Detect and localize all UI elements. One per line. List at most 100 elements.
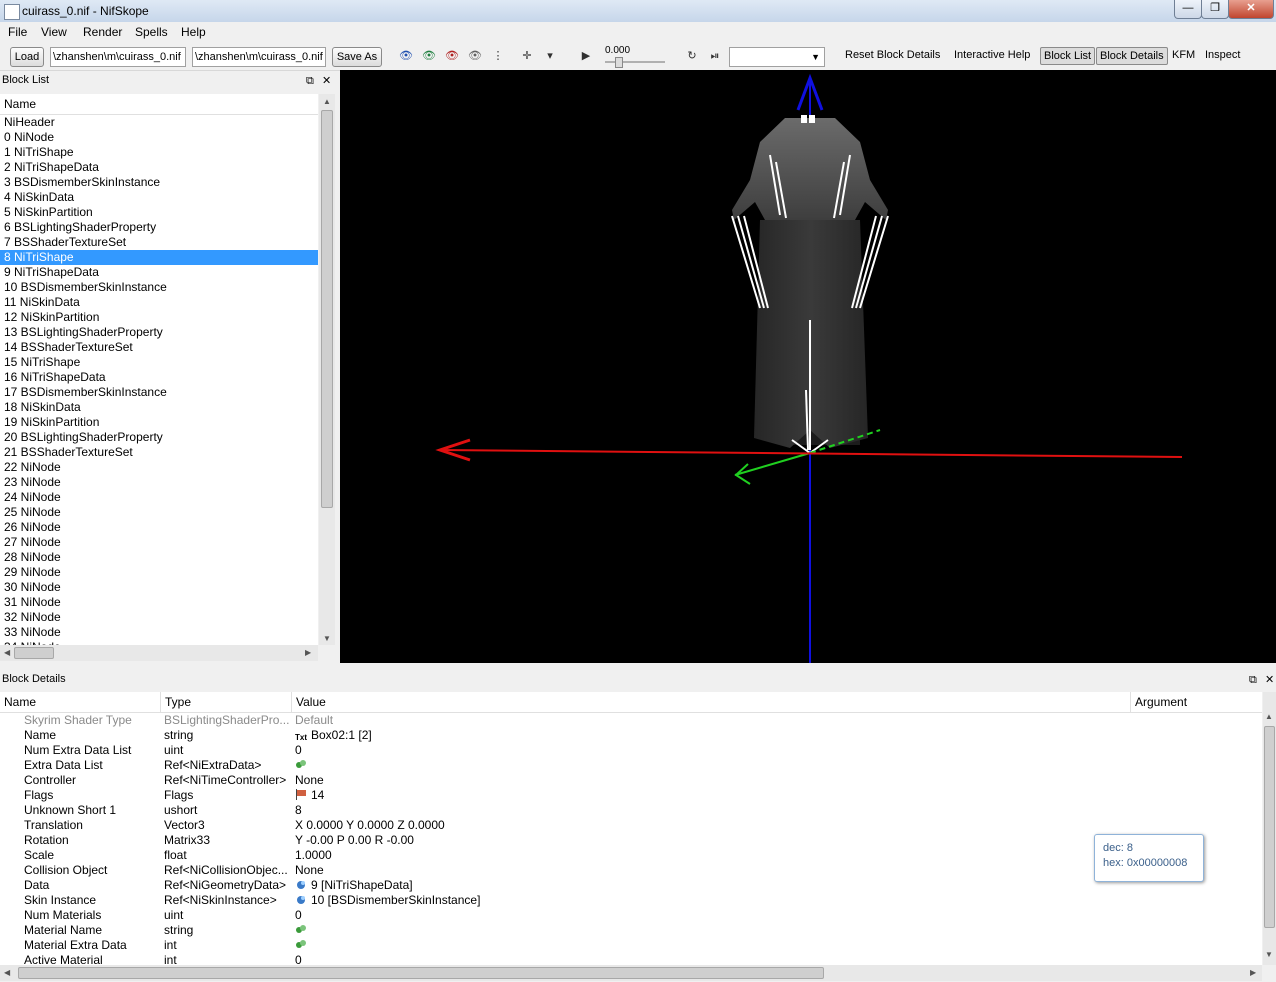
block-list-vertical-scrollbar[interactable]: ▲ ▼ [319,94,335,645]
column-value[interactable]: Value [292,692,1131,712]
view-user-icon[interactable]: 👁 [467,49,483,63]
field-value-cell[interactable]: 0 [295,953,302,965]
block-list-item[interactable]: 18 NiSkinData [0,400,318,415]
animation-select[interactable]: ▼ [729,47,825,67]
table-row[interactable]: Material Extra Data int [0,938,1262,953]
block-list-item[interactable]: 0 NiNode [0,130,318,145]
move-axis-icon[interactable]: ✛ [519,49,535,63]
save-path-field[interactable]: \zhanshen\m\cuirass_0.nif [192,47,326,67]
block-list-header[interactable]: Name [0,94,318,115]
field-value-cell[interactable]: 10 [BSDismemberSkinInstance] [295,893,480,908]
block-list-horizontal-scrollbar[interactable]: ◀ ▶ [0,645,318,661]
field-value-cell[interactable]: Txt Box02:1 [2] [295,728,372,743]
menu-render[interactable]: Render [83,25,122,39]
block-list-item[interactable]: 32 NiNode [0,610,318,625]
block-list-item[interactable]: 22 NiNode [0,460,318,475]
float-icon[interactable]: ⧉ [1249,671,1257,689]
field-value-cell[interactable]: 9 [NiTriShapeData] [295,878,413,893]
table-row[interactable]: Name string Txt Box02:1 [2] [0,728,1262,743]
block-details-toggle[interactable]: Block Details [1096,47,1168,65]
block-list-item[interactable]: 20 BSLightingShaderProperty [0,430,318,445]
field-value-cell[interactable] [295,758,311,773]
scroll-up-icon[interactable]: ▲ [1265,712,1273,721]
column-name[interactable]: Name [0,692,161,712]
menu-view[interactable]: View [41,25,67,39]
field-value-cell[interactable]: 8 [295,803,302,818]
scrollbar-thumb[interactable] [321,110,333,508]
field-value-cell[interactable]: 0 [295,908,302,923]
block-list-item[interactable]: 14 BSShaderTextureSet [0,340,318,355]
table-row[interactable]: Num Extra Data List uint 0 [0,743,1262,758]
inspect-button[interactable]: Inspect [1205,49,1240,61]
load-button[interactable]: Load [10,47,44,67]
close-icon[interactable]: ✕ [1265,671,1274,689]
table-row[interactable]: Unknown Short 1 ushort 8 [0,803,1262,818]
table-row[interactable]: Active Material int 0 [0,953,1262,965]
table-row[interactable]: Rotation Matrix33 Y -0.00 P 0.00 R -0.00 [0,833,1262,848]
block-list-item[interactable]: 2 NiTriShapeData [0,160,318,175]
block-list-item[interactable]: 30 NiNode [0,580,318,595]
block-list-item[interactable]: 15 NiTriShape [0,355,318,370]
block-details-vertical-scrollbar[interactable]: ▲ ▼ [1263,692,1276,965]
interactive-help-button[interactable]: Interactive Help [954,49,1030,61]
load-path-field[interactable]: \zhanshen\m\cuirass_0.nif [50,47,186,67]
close-button[interactable]: ✕ [1228,0,1274,19]
save-as-button[interactable]: Save As [332,47,382,67]
block-list-item[interactable]: NiHeader [0,115,318,130]
block-list-item[interactable]: 7 BSShaderTextureSet [0,235,318,250]
block-list-item[interactable]: 23 NiNode [0,475,318,490]
scroll-down-icon[interactable]: ▼ [323,634,331,643]
block-list-item[interactable]: 25 NiNode [0,505,318,520]
table-row[interactable]: Num Materials uint 0 [0,908,1262,923]
loop-icon[interactable]: ↻ [684,49,700,63]
block-list-item[interactable]: 3 BSDismemberSkinInstance [0,175,318,190]
block-list-item[interactable]: 31 NiNode [0,595,318,610]
table-row[interactable]: Translation Vector3 X 0.0000 Y 0.0000 Z 0.… [0,818,1262,833]
view-top-icon[interactable]: 👁 [398,49,414,63]
scroll-right-icon[interactable]: ▶ [305,648,311,657]
view-dropdown-icon[interactable]: ▾ [542,49,558,63]
block-list-item[interactable]: 24 NiNode [0,490,318,505]
maximize-button[interactable]: ❐ [1201,0,1229,19]
scroll-up-icon[interactable]: ▲ [323,97,331,106]
table-row[interactable]: Flags Flags 14 [0,788,1262,803]
block-details-horizontal-scrollbar[interactable]: ◀ ▶ [0,965,1262,981]
menu-file[interactable]: File [8,25,27,39]
block-list-item[interactable]: 33 NiNode [0,625,318,640]
scrollbar-thumb[interactable] [1264,726,1275,928]
block-list-item[interactable]: 19 NiSkinPartition [0,415,318,430]
scroll-left-icon[interactable]: ◀ [4,648,10,657]
column-type[interactable]: Type [161,692,292,712]
table-row[interactable]: Skyrim Shader Type BSLightingShaderPro...… [0,713,1262,728]
column-argument[interactable]: Argument [1131,692,1261,712]
block-list-toggle[interactable]: Block List [1040,47,1096,65]
table-row[interactable]: Scale float 1.0000 [0,848,1262,863]
block-list-item[interactable]: 17 BSDismemberSkinInstance [0,385,318,400]
block-list-item[interactable]: 26 NiNode [0,520,318,535]
menu-spells[interactable]: Spells [135,25,168,39]
float-icon[interactable]: ⧉ [306,72,314,90]
minimize-button[interactable]: — [1174,0,1202,19]
field-value-cell[interactable] [295,923,311,938]
render-viewport[interactable] [340,70,1276,663]
walk-mode-icon[interactable]: ⋮ [490,49,506,63]
scrollbar-thumb[interactable] [18,967,824,979]
block-list-item[interactable]: 28 NiNode [0,550,318,565]
field-value-cell[interactable]: Y -0.00 P 0.00 R -0.00 [295,833,414,848]
table-row[interactable]: Skin Instance Ref<NiSkinInstance> 10 [BSDi… [0,893,1262,908]
scroll-down-icon[interactable]: ▼ [1265,950,1273,959]
block-list-item[interactable]: 8 NiTriShape [0,250,318,265]
field-value-cell[interactable]: Default [295,713,333,728]
scroll-right-icon[interactable]: ▶ [1250,968,1256,977]
field-value-cell[interactable]: 1.0000 [295,848,332,863]
scrollbar-thumb[interactable] [14,647,54,659]
block-list-item[interactable]: 9 NiTriShapeData [0,265,318,280]
block-list-item[interactable]: 4 NiSkinData [0,190,318,205]
block-list-item[interactable]: 16 NiTriShapeData [0,370,318,385]
view-side-icon[interactable]: 👁 [444,49,460,63]
table-row[interactable]: Controller Ref<NiTimeController> None [0,773,1262,788]
field-value-cell[interactable]: None [295,863,324,878]
time-slider[interactable] [605,57,665,68]
table-row[interactable]: Data Ref<NiGeometryData> 9 [NiTriShapeData… [0,878,1262,893]
block-list-item[interactable]: 21 BSShaderTextureSet [0,445,318,460]
